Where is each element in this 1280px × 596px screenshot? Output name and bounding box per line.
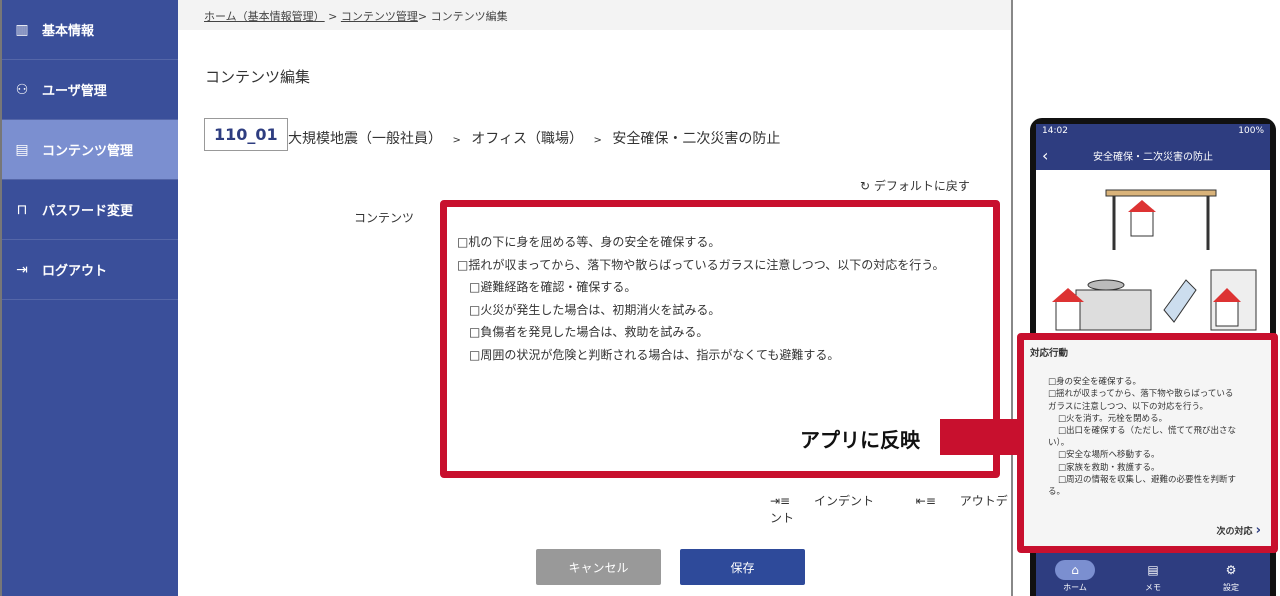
- tab-home[interactable]: ⌂ ホーム: [1045, 560, 1105, 593]
- sidebar-item-basic-info[interactable]: ▥ 基本情報: [2, 0, 178, 60]
- editor-line: □揺れが収まってから、落下物や散らばっているガラスに注意しつつ、以下の対応を行う…: [457, 257, 945, 272]
- home-icon: ⌂: [1055, 560, 1095, 580]
- breadcrumb-current: コンテンツ編集: [430, 10, 508, 23]
- editor-line: □机の下に身を屈める等、身の安全を確保する。: [457, 235, 721, 249]
- content-path: 大規模地震（一般社員） > オフィス（職場） > 安全確保・二次災害の防止: [288, 131, 781, 147]
- cancel-button[interactable]: キャンセル: [536, 549, 661, 585]
- editor-line: □火災が発生した場合は、初期消火を試みる。: [469, 302, 721, 317]
- clipboard-icon: ▤: [15, 141, 29, 158]
- phone-tab-bar: ⌂ ホーム ▤ メモ ⚙ 設定: [1036, 553, 1270, 596]
- annotation-label: アプリに反映: [800, 428, 920, 452]
- sidebar: ▥ 基本情報 ⚇ ユーザ管理 ▤ コンテンツ管理 ⊓ パスワード変更 ⇥ ログアウト: [0, 0, 178, 596]
- phone-status-bar: 14:02 100%: [1036, 124, 1270, 140]
- phone-action-panel: 対応行動 □身の安全を確保する。 □揺れが収まってから、落下物や散らばっている …: [1017, 333, 1278, 553]
- save-button[interactable]: 保存: [680, 549, 805, 585]
- outdent-icon: ⇤≡: [915, 494, 942, 508]
- reset-default-button[interactable]: ↻ デフォルトに戻す: [860, 177, 970, 194]
- building-icon: ▥: [15, 21, 29, 38]
- chevron-right-icon: ›: [1255, 522, 1261, 538]
- tab-settings[interactable]: ⚙ 設定: [1201, 560, 1261, 593]
- next-action-button[interactable]: 次の対応 ›: [1216, 522, 1261, 538]
- sidebar-item-logout[interactable]: ⇥ ログアウト: [2, 240, 178, 300]
- sidebar-item-content-management[interactable]: ▤ コンテンツ管理: [2, 120, 178, 180]
- editor-line: □周囲の状況が危険と判断される場合は、指示がなくても避難する。: [469, 347, 840, 362]
- lock-icon: ⊓: [16, 201, 28, 218]
- editor-line: □避難経路を確認・確保する。: [469, 280, 637, 294]
- breadcrumb-contents[interactable]: コンテンツ管理: [341, 10, 418, 23]
- indent-button[interactable]: ⇥≡ インデント: [770, 494, 892, 508]
- memo-icon: ▤: [1147, 563, 1159, 577]
- undo-icon: ↻: [860, 179, 874, 193]
- breadcrumb-home[interactable]: ホーム（基本情報管理）: [204, 10, 325, 23]
- logout-icon: ⇥: [16, 261, 28, 278]
- page-title: コンテンツ編集: [205, 68, 311, 86]
- user-icon: ⚇: [15, 81, 29, 98]
- earthquake-illustration: [1052, 189, 1257, 331]
- indent-icon: ⇥≡: [770, 494, 796, 508]
- phone-header: ‹ 安全確保・二次災害の防止: [1036, 140, 1270, 170]
- editor-line: □負傷者を発見した場合は、救助を試みる。: [469, 325, 709, 339]
- breadcrumb: ホーム（基本情報管理） > コンテンツ管理> コンテンツ編集: [178, 0, 1011, 30]
- back-icon[interactable]: ‹: [1042, 146, 1048, 165]
- sidebar-item-password-change[interactable]: ⊓ パスワード変更: [2, 180, 178, 240]
- tab-memo[interactable]: ▤ メモ: [1123, 560, 1183, 593]
- editor-tools: ⇥≡ インデント ⇤≡ アウトデント: [770, 492, 1011, 526]
- gear-icon: ⚙: [1225, 563, 1237, 577]
- main-content: ホーム（基本情報管理） > コンテンツ管理> コンテンツ編集 コンテンツ編集 1…: [178, 0, 1013, 596]
- content-id: 110_01: [204, 118, 288, 151]
- content-label: コンテンツ: [354, 211, 415, 225]
- sidebar-item-user-management[interactable]: ⚇ ユーザ管理: [2, 60, 178, 120]
